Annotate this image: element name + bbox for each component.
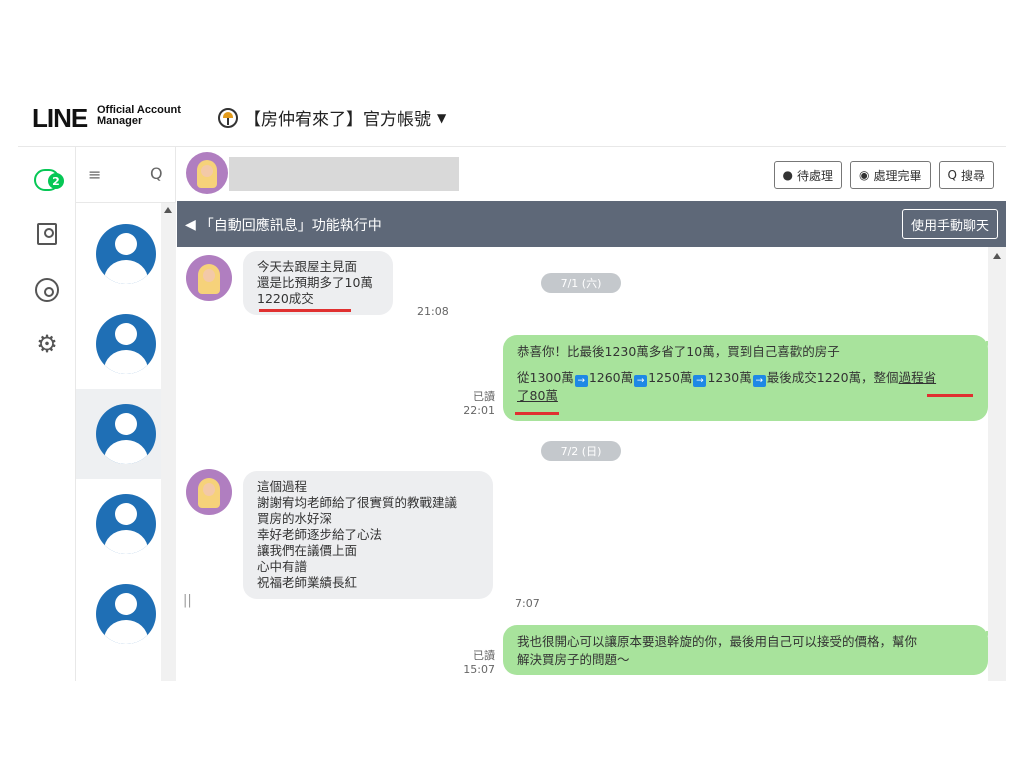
- logo-sub-line2: Manager: [97, 115, 143, 127]
- menu-icon[interactable]: ≡: [88, 165, 101, 184]
- message-line: 還是比預期多了10萬: [257, 275, 373, 290]
- message-line: 解決買房子的問題～: [517, 652, 630, 667]
- nav-settings[interactable]: ⚙: [32, 329, 62, 359]
- price-step: 過程省: [898, 370, 937, 385]
- search-icon: Q: [947, 168, 957, 182]
- scroll-up-icon[interactable]: [164, 207, 172, 213]
- check-bubble-icon: ◉: [859, 168, 870, 182]
- message-line: 了80萬: [517, 387, 974, 405]
- incoming-message: 這個過程 謝謝宥均老師給了很實質的教戰建議 買房的水好深 幸好老師逐步給了心法 …: [243, 471, 493, 599]
- price-step: 1260萬: [588, 370, 634, 385]
- broadcast-icon: [35, 278, 59, 302]
- incoming-message: 今天去跟屋主見面 還是比預期多了10萬 1220成交: [243, 251, 393, 315]
- sender-avatar: [186, 469, 232, 515]
- user-avatar-icon: [96, 584, 156, 644]
- message-line: 我也很開心可以讓原本要退幹旋的你，最後用自己可以接受的價格，幫你: [517, 634, 918, 649]
- search-button[interactable]: Q 搜尋: [938, 161, 994, 189]
- done-button[interactable]: ◉ 處理完畢: [850, 161, 931, 189]
- message-list: 今天去跟屋主見面 還是比預期多了10萬 1220成交 21:08 7/1 (六)…: [177, 247, 1006, 681]
- message-time: 15:07: [463, 663, 495, 676]
- chat-header: ● 待處理 ◉ 處理完畢 Q 搜尋: [177, 147, 1006, 201]
- user-avatar-icon: [96, 404, 156, 464]
- search-label: 搜尋: [960, 168, 985, 183]
- outgoing-message: 恭喜你！比最後1230萬多省了10萬，買到自己喜歡的房子 從1300萬 → 1260…: [503, 335, 994, 421]
- reply-arrow-icon: ◀: [185, 217, 196, 233]
- message-line: 1220成交: [257, 291, 314, 306]
- chat-icon: 2: [34, 169, 64, 191]
- highlight-underline: [927, 394, 973, 397]
- contacts-icon: [37, 223, 57, 245]
- message-line: 祝福老師業績長紅: [257, 575, 358, 590]
- gear-icon: ⚙: [36, 330, 58, 358]
- price-step: 1250萬: [648, 370, 693, 385]
- arrow-right-icon: →: [574, 375, 588, 387]
- nav-broadcast[interactable]: [32, 275, 62, 305]
- contact-avatar: [186, 152, 228, 194]
- app-window: LINE Official Account Manager 【房仲宥來了】官方帳…: [18, 87, 1006, 681]
- message-line: 謝謝宥均老師給了很實質的教戰建議: [257, 495, 458, 510]
- highlight-underline: [259, 309, 351, 312]
- unread-badge: 2: [48, 173, 64, 189]
- message-line: 心中有譜: [257, 559, 308, 574]
- arrow-right-icon: →: [634, 375, 648, 387]
- price-step: 從1300萬: [517, 370, 574, 385]
- message-line: 這個過程: [257, 479, 308, 494]
- arrow-right-icon: →: [693, 375, 707, 387]
- outgoing-message: 我也很開心可以讓原本要退幹旋的你，最後用自己可以接受的價格，幫你 解決買房子的問…: [503, 625, 994, 675]
- nav-contacts[interactable]: [32, 219, 62, 249]
- message-read-status: 已讀 15:07: [461, 649, 495, 677]
- highlight-underline: [515, 412, 559, 415]
- message-time: 21:08: [417, 305, 449, 318]
- chat-bubble-icon: ●: [782, 168, 794, 182]
- message-line: 讓我們在議價上面: [257, 543, 358, 558]
- line-logo: LINE: [32, 103, 88, 133]
- app-header: LINE Official Account Manager 【房仲宥來了】官方帳…: [18, 87, 1006, 147]
- auto-reply-text: 「自動回應訊息」功能執行中: [199, 218, 382, 234]
- read-label: 已讀: [473, 390, 495, 403]
- resize-handle[interactable]: ||: [183, 593, 192, 608]
- read-label: 已讀: [473, 649, 495, 662]
- pending-button[interactable]: ● 待處理: [773, 161, 843, 189]
- scroll-up-icon[interactable]: [993, 253, 1001, 259]
- message-scrollbar[interactable]: [988, 247, 1006, 681]
- message-time: 22:01: [463, 404, 495, 417]
- chat-list-scrollbar[interactable]: [161, 203, 176, 681]
- auto-reply-banner: ◀ 「自動回應訊息」功能執行中 使用手動聊天: [177, 201, 1006, 247]
- price-step: 最後成交1220萬，整個: [766, 370, 899, 385]
- auto-reply-status: ◀ 「自動回應訊息」功能執行中: [185, 215, 382, 235]
- price-step: 了80萬: [517, 388, 558, 403]
- chat-panel: ● 待處理 ◉ 處理完畢 Q 搜尋 ◀ 「自動回應訊息」功能執行中 使用手動聊天: [177, 147, 1006, 681]
- date-separator: 7/1 (六): [541, 273, 621, 293]
- sender-avatar: [186, 255, 232, 301]
- nav-rail: 2 ⚙: [18, 147, 76, 681]
- chevron-down-icon: ▼: [437, 110, 447, 125]
- user-avatar-icon: [96, 494, 156, 554]
- manual-chat-button[interactable]: 使用手動聊天: [901, 209, 998, 239]
- account-switcher[interactable]: 【房仲宥來了】官方帳號 ▼: [218, 105, 446, 130]
- user-avatar-icon: [96, 224, 156, 284]
- date-separator: 7/2 (日): [541, 441, 621, 461]
- message-line: 從1300萬 → 1260萬 → 1250萬 → 1230萬 → 最後成交1220萬，整個過程省: [517, 369, 974, 387]
- done-label: 處理完畢: [873, 168, 922, 183]
- logo-subtitle: Official Account Manager: [97, 105, 181, 127]
- pending-label: 待處理: [797, 168, 834, 183]
- chat-actions: ● 待處理 ◉ 處理完畢 Q 搜尋: [773, 161, 994, 189]
- message-line: 恭喜你！比最後1230萬多省了10萬，買到自己喜歡的房子: [517, 344, 840, 359]
- message-line: 今天去跟屋主見面: [257, 259, 358, 274]
- account-name: 【房仲宥來了】官方帳號: [244, 110, 431, 130]
- message-read-status: 已讀 22:01: [461, 390, 495, 418]
- account-avatar-icon: [218, 107, 238, 128]
- user-avatar-icon: [96, 314, 156, 374]
- price-step: 1230萬: [707, 370, 752, 385]
- chat-list-toolbar: ≡ Q: [76, 147, 176, 203]
- message-time: 7:07: [515, 597, 540, 610]
- message-line: 幸好老師逐步給了心法: [257, 527, 383, 542]
- message-line: 買房的水好深: [257, 511, 333, 526]
- search-icon[interactable]: Q: [150, 164, 163, 183]
- arrow-right-icon: →: [752, 375, 766, 387]
- contact-name-redacted: [229, 157, 459, 191]
- nav-chat[interactable]: 2: [32, 165, 64, 195]
